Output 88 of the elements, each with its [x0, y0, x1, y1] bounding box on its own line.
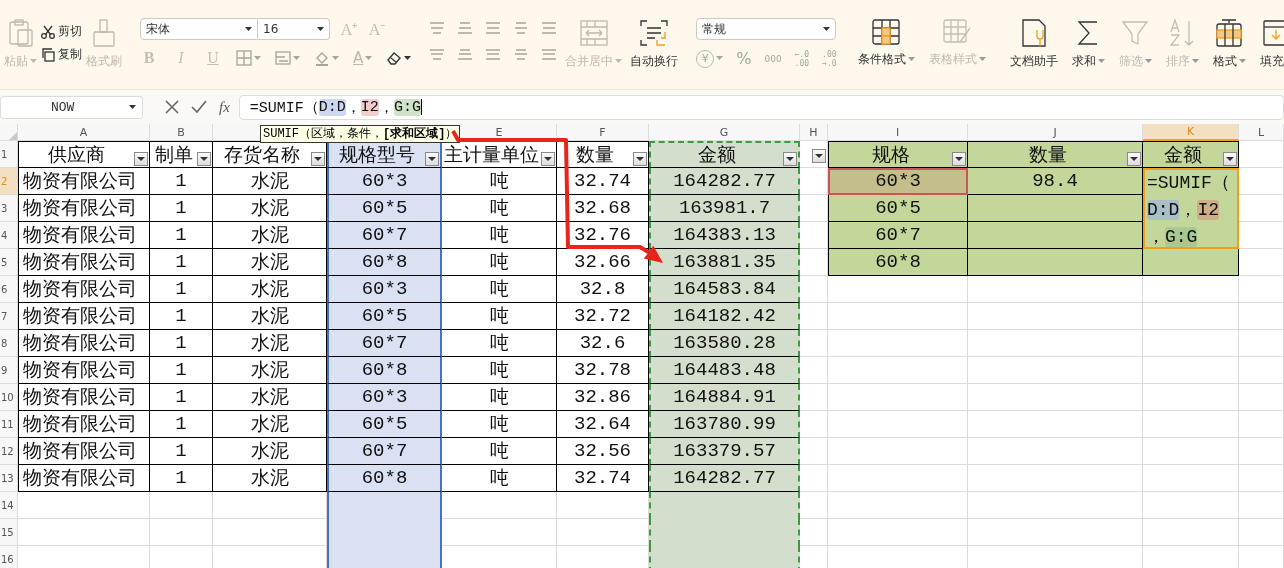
table-cell: 164483.48	[649, 357, 800, 384]
table-cell: 吨	[442, 384, 557, 411]
table-cell: 163780.99	[649, 411, 800, 438]
table-cell: 164282.77	[649, 465, 800, 492]
column-title: 金额	[697, 144, 737, 167]
table-cell: 60*5	[327, 411, 442, 438]
table-cell: 物资有限公司	[18, 330, 150, 357]
table-cell: 吨	[442, 411, 557, 438]
table-cell: 60*5	[828, 195, 968, 222]
column-title: 金额	[1163, 143, 1203, 167]
table-cell: 163981.7	[649, 195, 800, 222]
table-cell: 164583.84	[649, 276, 800, 303]
table-cell: 60*7	[327, 222, 442, 249]
formula-text: =SUMIF（	[249, 98, 319, 117]
table-cell: 1	[150, 276, 213, 303]
table-cell: 1	[150, 411, 213, 438]
table-cell: 物资有限公司	[18, 384, 150, 411]
table-cell: 164383.13	[649, 222, 800, 249]
table-cell: 物资有限公司	[18, 222, 150, 249]
formula-text: =SUMIF（	[1147, 173, 1230, 193]
table-cell: 吨	[442, 330, 557, 357]
column-title: 数量	[1027, 143, 1068, 167]
table-cell: 60*5	[327, 303, 442, 330]
table-cell: 吨	[442, 222, 557, 249]
column-title: 主计量单位	[443, 143, 540, 167]
table-cell: 1	[150, 384, 213, 411]
formula-text: ，	[378, 98, 394, 117]
cell-reference: D:D	[318, 98, 346, 116]
table-cell: 吨	[442, 168, 557, 195]
table-cell: 98.4	[968, 168, 1143, 195]
table-cell: 60*3	[327, 276, 442, 303]
cell-reference: G:G	[393, 98, 421, 116]
table-cell: 1	[150, 357, 213, 384]
table-cell: 164282.77	[649, 168, 800, 195]
formula-text: ，	[345, 98, 361, 117]
table-cell: 60*5	[327, 195, 442, 222]
table-cell: 吨	[442, 357, 557, 384]
table-cell: 60*3	[327, 168, 442, 195]
table-cell: 1	[150, 438, 213, 465]
table-cell: 60*7	[327, 438, 442, 465]
column-title: 规格	[870, 143, 911, 167]
column-title: 制单	[153, 143, 194, 167]
table-cell: 1	[150, 465, 213, 492]
column-title: 供应商	[47, 143, 106, 167]
table-cell: 1	[150, 303, 213, 330]
formula-text: ，	[1179, 200, 1198, 220]
table-cell: 吨	[442, 438, 557, 465]
table-cell: 1	[150, 330, 213, 357]
table-cell: 163881.35	[649, 249, 800, 276]
table-cell: 163580.28	[649, 330, 800, 357]
table-cell: 164182.42	[649, 303, 800, 330]
cell-reference: D:D	[1147, 200, 1180, 220]
column-title: 数量	[575, 143, 615, 167]
cell-reference: I2	[360, 98, 379, 116]
table-cell: 60*8	[828, 249, 968, 276]
table-cell: 物资有限公司	[18, 357, 150, 384]
table-cell: 物资有限公司	[18, 168, 150, 195]
table-cell: 60*3	[327, 384, 442, 411]
table-cell: 60*7	[327, 330, 442, 357]
table-cell: 物资有限公司	[18, 465, 150, 492]
table-cell: 吨	[442, 465, 557, 492]
table-cell: 吨	[442, 303, 557, 330]
table-cell: 物资有限公司	[18, 411, 150, 438]
table-cell: 吨	[442, 249, 557, 276]
table-cell: 60*8	[327, 249, 442, 276]
table-cell: 1	[150, 222, 213, 249]
table-cell: 60*7	[828, 222, 968, 249]
table-cell: 吨	[442, 276, 557, 303]
table-cell: 60*8	[327, 465, 442, 492]
column-title: 存货名称	[223, 143, 301, 167]
table-cell: 吨	[442, 195, 557, 222]
cell-reference: G:G	[1165, 227, 1198, 247]
table-cell: 1	[150, 195, 213, 222]
table-cell: 60*3	[828, 168, 968, 195]
table-cell: 164884.91	[649, 384, 800, 411]
table-cell: 163379.57	[649, 438, 800, 465]
table-cell: 物资有限公司	[18, 438, 150, 465]
function-tooltip: SUMIF（区域，条件，[求和区域]）	[260, 125, 461, 143]
table-cell: 物资有限公司	[18, 249, 150, 276]
table-cell: 60*8	[327, 357, 442, 384]
column-title: 规格型号	[338, 143, 416, 167]
table-cell: 1	[150, 249, 213, 276]
table-cell: 1	[150, 168, 213, 195]
table-cell: 物资有限公司	[18, 276, 150, 303]
table-cell: 物资有限公司	[18, 195, 150, 222]
formula-text: ，	[1147, 227, 1165, 247]
table-cell: 物资有限公司	[18, 303, 150, 330]
cell-reference: I2	[1197, 200, 1219, 220]
